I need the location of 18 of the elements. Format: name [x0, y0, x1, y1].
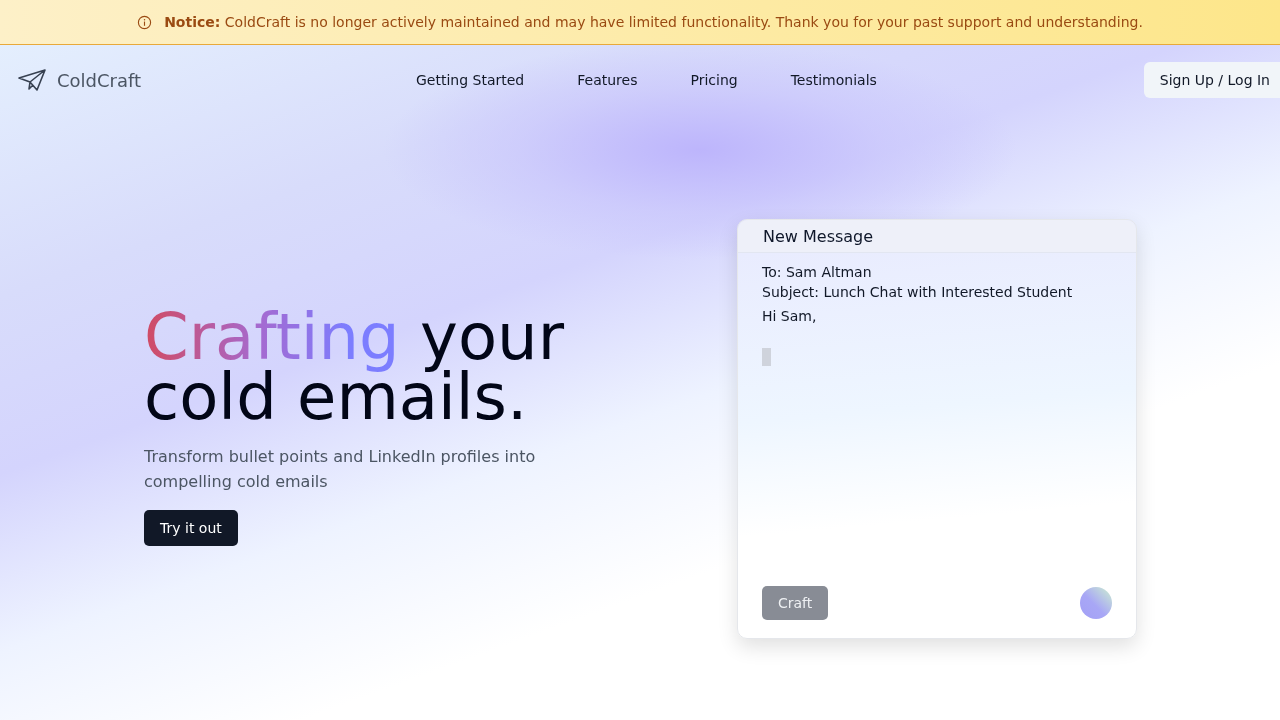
greeting-text: Hi Sam, [762, 307, 818, 326]
nav-link[interactable]: Features [577, 72, 638, 88]
hero-heading: Crafting your cold emails. [144, 307, 565, 427]
text-cursor [762, 348, 771, 366]
gradient-orb-icon [1080, 587, 1112, 619]
notice-text: Notice: ColdCraft is no longer actively maintained and may have limited functionality. Thank you for your past support and understanding. [164, 14, 1143, 30]
paper-plane-icon [17, 68, 47, 92]
nav-link[interactable]: Pricing [690, 72, 738, 88]
hero-subtitle: Transform bullet points and LinkedIn profiles into compelling cold emails [144, 446, 537, 493]
card-title: New Message [763, 226, 874, 246]
brand-name[interactable]: ColdCraft [57, 69, 142, 91]
try-it-out-button[interactable]: Try it out [144, 510, 238, 546]
subject-text: Subject: Lunch Chat with Interested Student [762, 283, 1074, 302]
recipient-text: To: Sam Altman [762, 263, 873, 282]
sign-up-button[interactable]: Sign Up / Log In [1143, 62, 1280, 98]
info-icon [137, 14, 153, 30]
nav-link[interactable]: Getting Started [416, 72, 525, 88]
nav-link[interactable]: Testimonials [790, 72, 877, 88]
